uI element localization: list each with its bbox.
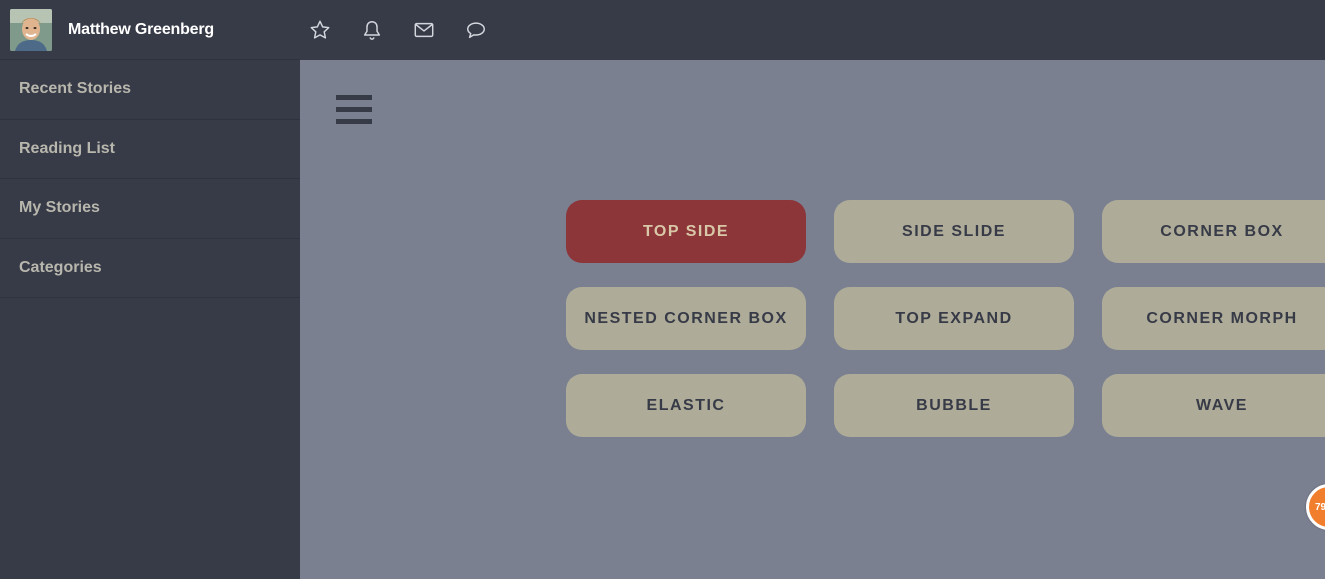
button-label: Top Side xyxy=(642,222,730,240)
sidebar-item-categories[interactable]: Categories xyxy=(0,239,300,298)
button-label: Wave xyxy=(1196,396,1248,414)
bell-icon[interactable] xyxy=(360,18,384,42)
button-label: Corner Box xyxy=(1160,222,1284,240)
user-profile[interactable]: Matthew Greenberg xyxy=(0,0,300,60)
sidebar: Matthew Greenberg Recent Stories Reading… xyxy=(0,0,300,579)
effect-button-wave[interactable]: Wave xyxy=(1102,374,1325,437)
sidebar-item-reading-list[interactable]: Reading List xyxy=(0,120,300,179)
chat-bubble-icon[interactable] xyxy=(464,18,488,42)
effect-button-bubble[interactable]: Bubble xyxy=(834,374,1074,437)
top-bar xyxy=(300,0,1325,60)
button-label: Side Slide xyxy=(902,222,1006,240)
button-label: Top Expand xyxy=(895,309,1013,327)
sidebar-item-recent-stories[interactable]: Recent Stories xyxy=(0,60,300,120)
user-name: Matthew Greenberg xyxy=(68,20,214,38)
sidebar-nav: Recent Stories Reading List My Stories C… xyxy=(0,60,300,298)
avatar xyxy=(10,8,52,51)
effect-button-corner-box[interactable]: Corner Box xyxy=(1102,200,1325,263)
effect-button-corner-morph[interactable]: Corner Morph xyxy=(1102,287,1325,350)
effect-button-top-expand[interactable]: Top Expand xyxy=(834,287,1074,350)
star-icon[interactable] xyxy=(308,18,332,42)
mail-icon[interactable] xyxy=(412,18,436,42)
sidebar-item-my-stories[interactable]: My Stories xyxy=(0,179,300,239)
effect-button-elastic[interactable]: Elastic xyxy=(566,374,806,437)
badge-value: 79 xyxy=(1315,501,1325,513)
button-label: Bubble xyxy=(916,396,992,414)
effect-button-nested-corner-box[interactable]: Nested Corner Box xyxy=(566,287,806,350)
sidebar-item-label: Recent Stories xyxy=(19,80,132,98)
button-label: Corner Morph xyxy=(1146,309,1298,327)
sidebar-item-label: Categories xyxy=(19,258,102,276)
hamburger-menu-icon[interactable] xyxy=(336,95,372,127)
sidebar-item-label: My Stories xyxy=(19,199,100,217)
effect-button-side-slide[interactable]: Side Slide xyxy=(834,200,1074,263)
effect-button-top-side[interactable]: Top Side xyxy=(566,200,806,263)
floating-count-badge[interactable]: 79 xyxy=(1306,484,1325,530)
sidebar-item-label: Reading List xyxy=(19,139,116,157)
button-label: Nested Corner Box xyxy=(584,309,788,327)
button-label: Elastic xyxy=(646,396,726,414)
